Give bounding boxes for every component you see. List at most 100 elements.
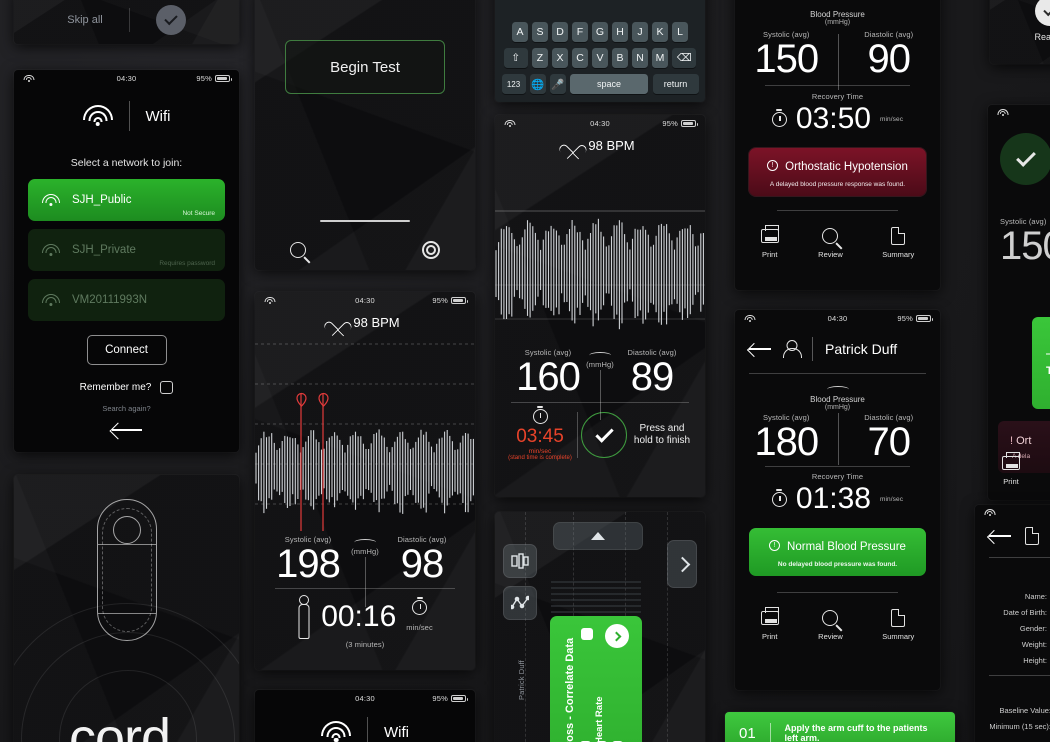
wifi-title: Wifi — [145, 107, 171, 125]
printer-icon — [760, 607, 779, 625]
patient-label: Patrick Duff — [517, 660, 526, 700]
key-j[interactable]: J — [632, 22, 648, 42]
keyboard-row-home: A S D F G H J K L — [495, 22, 705, 42]
printer-icon — [760, 225, 779, 243]
collapse-handle[interactable] — [553, 522, 643, 550]
remember-me-row[interactable]: Remember me? — [14, 381, 239, 394]
check-icon[interactable] — [1035, 0, 1050, 26]
microphone-icon[interactable]: 🎤 — [550, 74, 566, 94]
key-b[interactable]: B — [612, 48, 628, 68]
key-d[interactable]: D — [552, 22, 568, 42]
action-bar: Print Review Summary — [735, 225, 940, 259]
remember-me-checkbox[interactable] — [160, 381, 174, 394]
ecg-waveform-graph — [255, 336, 475, 531]
shift-icon[interactable]: ⇧ — [503, 48, 528, 68]
space-key[interactable]: space — [570, 74, 648, 94]
cross-correlate-card[interactable]: Cross - Correlate Data Heart Rate — [550, 616, 642, 742]
wifi-signal-icon — [42, 193, 60, 207]
backspace-icon[interactable]: ⌫ — [672, 48, 697, 68]
key-n[interactable]: N — [632, 48, 648, 68]
wifi-select-screen: 04:30 95% Wifi Select a network to join:… — [14, 70, 239, 452]
status-badge-normal[interactable]: ! Normal Blood Pressure No delayed blood … — [749, 528, 926, 576]
print-action[interactable]: Print — [760, 225, 779, 259]
gear-icon[interactable] — [422, 241, 440, 259]
wifi-status-icon — [744, 314, 755, 323]
status-time: 04:30 — [355, 296, 375, 305]
summary-action[interactable]: Summary — [882, 225, 914, 259]
connect-button[interactable]: Connect — [86, 335, 167, 365]
key-k[interactable]: K — [652, 22, 668, 42]
key-x[interactable]: X — [552, 48, 568, 68]
review-action[interactable]: Review — [818, 607, 843, 641]
key-v[interactable]: V — [592, 48, 608, 68]
key-a[interactable]: A — [512, 22, 528, 42]
network-name: VM20111993N — [72, 294, 148, 306]
search-icon[interactable] — [290, 242, 306, 258]
wifi-header: Wifi — [14, 85, 239, 145]
showcase-canvas: Skip all 04:30 95% Wifi Select a network… — [0, 0, 1050, 742]
ecg-waveform-graph — [495, 159, 705, 344]
begin-test-screen: Begin Test — [255, 0, 475, 270]
ios-keyboard: A S D F G H J K L ⇧ Z X C V B N M ⌫ 123 … — [495, 0, 705, 102]
globe-icon[interactable]: 🌐 — [530, 74, 546, 94]
key-m[interactable]: M — [652, 48, 668, 68]
printer-icon — [1002, 452, 1020, 470]
begin-test-button[interactable]: Begin Test — [285, 40, 445, 94]
return-key[interactable]: return — [652, 74, 699, 94]
summary-action[interactable]: Summary — [882, 607, 914, 641]
document-icon — [891, 227, 906, 245]
compare-panels-icon[interactable] — [503, 544, 537, 578]
diastolic-value: 90 — [867, 37, 912, 81]
triangle-up-icon — [591, 532, 605, 540]
arrow-left-icon[interactable] — [989, 530, 1011, 542]
detail-row-gender: Gender: — [1019, 624, 1047, 633]
result-normal-screen: 04:30 95% Patrick Duff Blood Pressure (m… — [735, 310, 940, 690]
status-time: 04:30 — [827, 314, 848, 323]
heart-icon — [565, 139, 580, 153]
stopwatch-icon — [771, 491, 787, 507]
alert-subtitle: A delayed blood pressure response was fo… — [769, 181, 906, 188]
numeric-key[interactable]: 123 — [501, 74, 526, 94]
review-action[interactable]: Review — [818, 225, 843, 259]
skip-all-label[interactable]: Skip all — [67, 14, 102, 26]
green-overlay-card[interactable]: Th — [1032, 317, 1050, 409]
alert-subtitle: No delayed blood pressure was found. — [777, 561, 898, 568]
next-step-button[interactable] — [667, 540, 697, 588]
key-s[interactable]: S — [532, 22, 548, 42]
key-h[interactable]: H — [612, 22, 628, 42]
key-c[interactable]: C — [572, 48, 588, 68]
checkbox-heart-rate[interactable] — [581, 628, 593, 640]
chevron-right-icon — [674, 556, 690, 572]
ready-label: Ready? — [1034, 32, 1050, 42]
wifi-screen-partial: 04:30 95% Wifi — [255, 690, 475, 742]
network-item-vm20111993n[interactable]: VM20111993N — [28, 279, 225, 321]
status-bar: 04:30 95% — [14, 70, 239, 85]
info-icon: ! — [769, 540, 781, 552]
wifi-status-icon — [23, 74, 34, 83]
network-item-sjh-public[interactable]: SJH_Public Not Secure — [28, 179, 225, 221]
cross-correlate-title: Cross - Correlate Data — [564, 637, 576, 742]
key-l[interactable]: L — [672, 22, 688, 42]
key-z[interactable]: Z — [532, 48, 548, 68]
recovery-value: 01:38 — [795, 482, 871, 515]
key-f[interactable]: F — [572, 22, 588, 42]
arrow-left-icon[interactable] — [749, 343, 771, 355]
instruction-step-number: 01 — [739, 724, 756, 742]
bpm-value: 98 BPM — [588, 138, 635, 153]
key-g[interactable]: G — [592, 22, 608, 42]
diastolic-value: 98 — [400, 542, 445, 586]
print-action[interactable]: Print — [760, 607, 779, 641]
scatter-plot-icon[interactable] — [503, 586, 537, 620]
finish-check-button[interactable] — [581, 412, 628, 458]
arrow-left-icon[interactable] — [111, 423, 142, 437]
result-partial-panel: Systolic (avg) 150 Th ! Ort A dela Print — [988, 105, 1050, 500]
wifi-prompt: Select a network to join: — [70, 157, 183, 169]
network-tag: Not Secure — [182, 210, 215, 217]
check-icon[interactable] — [155, 5, 186, 35]
print-action[interactable]: Print — [1002, 452, 1020, 486]
instruction-bar[interactable]: 01 Apply the arm cuff to the patients le… — [725, 712, 955, 742]
network-item-sjh-private[interactable]: SJH_Private Requires password — [28, 229, 225, 271]
search-again-link[interactable]: Search again? — [14, 404, 239, 413]
status-badge-abnormal[interactable]: ! Orthostatic Hypotension A delayed blood… — [749, 148, 926, 196]
next-icon-button[interactable] — [605, 624, 629, 648]
